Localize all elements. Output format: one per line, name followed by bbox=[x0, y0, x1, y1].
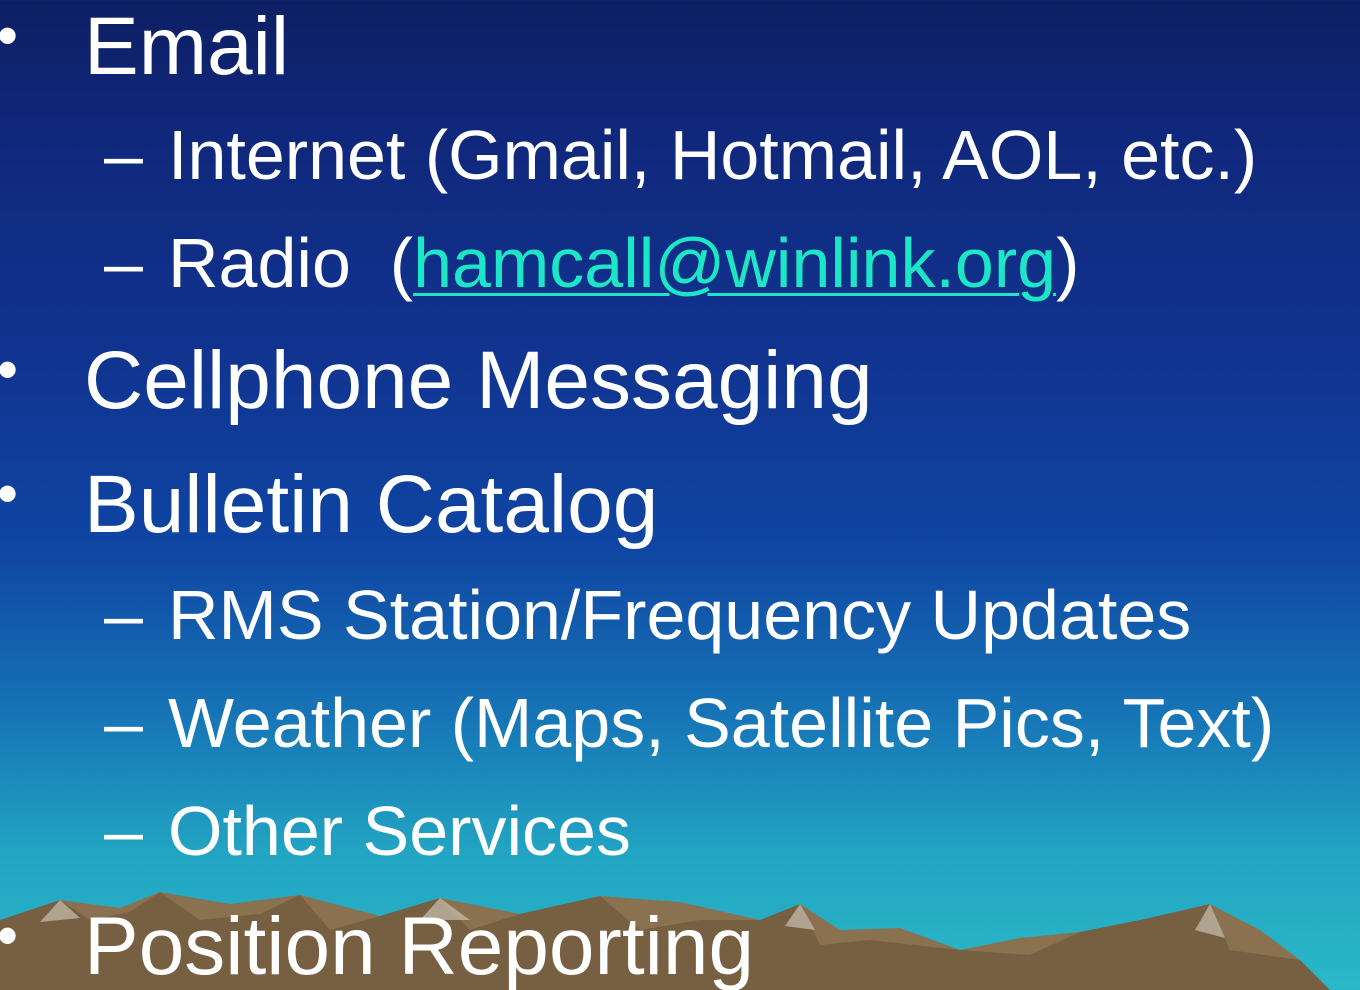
dash-marker: – bbox=[104, 116, 143, 194]
sub-item-text: Other Services bbox=[168, 792, 631, 870]
bullet-text: Email bbox=[84, 1, 290, 92]
bullet-marker: • bbox=[0, 464, 57, 524]
sub-item-text: RMS Station/Frequency Updates bbox=[168, 576, 1192, 654]
radio-prefix: Radio ( bbox=[168, 224, 414, 302]
bullet-text: Bulletin Catalog bbox=[84, 459, 659, 550]
bullet-marker: • bbox=[0, 6, 57, 66]
sub-item-text: Internet (Gmail, Hotmail, AOL, etc.) bbox=[168, 116, 1258, 194]
bullet-marker: • bbox=[0, 340, 57, 400]
dash-marker: – bbox=[104, 684, 143, 762]
dash-marker: – bbox=[104, 576, 143, 654]
sub-item-text: Radio (hamcall@winlink.org) bbox=[168, 228, 1079, 298]
slide-body: • Email – Internet (Gmail, Hotmail, AOL,… bbox=[0, 0, 1360, 990]
bullet-text: Cellphone Messaging bbox=[84, 335, 873, 426]
dash-marker: – bbox=[104, 224, 143, 302]
bullet-marker: • bbox=[0, 906, 57, 966]
bullet-text: Position Reporting bbox=[84, 901, 755, 990]
dash-marker: – bbox=[104, 792, 143, 870]
radio-suffix: ) bbox=[1056, 224, 1080, 302]
sub-item-text: Weather (Maps, Satellite Pics, Text) bbox=[168, 684, 1275, 762]
email-link[interactable]: hamcall@winlink.org bbox=[413, 224, 1056, 302]
